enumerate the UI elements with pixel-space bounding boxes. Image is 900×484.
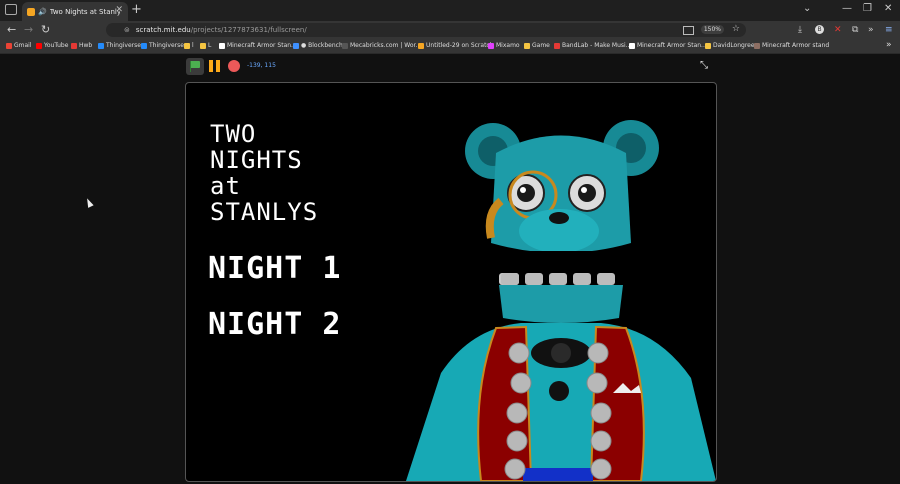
- bookmark-youtube[interactable]: YouTube: [36, 42, 68, 49]
- title-line-4: STANLYS: [210, 198, 319, 226]
- bookmark-thingiverse-2[interactable]: Thingiverse: [141, 42, 184, 49]
- mecabricks-icon: [342, 42, 348, 49]
- folder-icon: [524, 42, 530, 49]
- bookmark-label: Minecraft Armor Stan...: [227, 42, 297, 49]
- night-2-button[interactable]: NIGHT 2: [208, 307, 341, 342]
- bookmark-minecraft-2[interactable]: Minecraft Armor Stan...: [629, 42, 707, 49]
- youtube-icon: [36, 42, 42, 49]
- exit-fullscreen-icon[interactable]: ⤡: [698, 60, 710, 72]
- scratch-favicon-icon: [27, 7, 35, 16]
- bookmark-label: DavidLongree: [713, 42, 755, 49]
- extension-icon[interactable]: B: [815, 25, 824, 34]
- new-tab-button[interactable]: +: [131, 2, 142, 17]
- page-icon: [219, 42, 225, 49]
- title-line-1: TWO: [210, 120, 257, 148]
- bookmark-label: ● Blockbench: [301, 42, 343, 49]
- zoom-indicator[interactable]: 150%: [700, 25, 724, 34]
- mouse-coordinates: -139, 115: [247, 62, 276, 69]
- close-window-button[interactable]: ✕: [884, 3, 892, 14]
- armor-stand-icon: [754, 42, 760, 49]
- url-text[interactable]: scratch.mit.edu/projects/1277873631/full…: [136, 26, 307, 34]
- bookmarks-bar: Gmail YouTube Hwb Thingiverse Thingivers…: [0, 39, 900, 54]
- pause-button[interactable]: [209, 60, 220, 72]
- forward-arrow-icon[interactable]: →: [24, 23, 33, 36]
- download-icon[interactable]: ⤓: [798, 25, 802, 35]
- mixamo-icon: [488, 42, 494, 49]
- bookmark-label: Minecraft Armor stand: [762, 42, 830, 49]
- url-host: scratch.mit.edu: [135, 26, 191, 34]
- title-line-2: NIGHTS: [210, 146, 303, 174]
- speaker-icon[interactable]: 🔊: [38, 8, 47, 16]
- tab-close-icon[interactable]: ✕: [115, 5, 123, 15]
- bookmark-label: YouTube: [44, 42, 69, 49]
- address-bar[interactable]: ⊜ scratch.mit.edu/projects/1277873631/fu…: [106, 23, 746, 37]
- scratch-icon: [418, 42, 424, 49]
- bookmark-label: Mixamo: [496, 42, 520, 49]
- bookmark-label: BandLab - Make Musi...: [562, 42, 632, 49]
- bookmark-bandlab[interactable]: BandLab - Make Musi...: [554, 42, 631, 49]
- bookmark-label: Gmail: [14, 42, 32, 49]
- project-stage[interactable]: TWO NIGHTS at STANLYS NIGHT 1 NIGHT 2: [185, 82, 717, 482]
- site-info-icon[interactable]: ⊜: [124, 26, 130, 34]
- extensions-puzzle-icon[interactable]: ⧉: [852, 25, 858, 35]
- night-1-button[interactable]: NIGHT 1: [208, 251, 341, 286]
- bookmark-l1[interactable]: l: [184, 42, 194, 49]
- tab-active[interactable]: 🔊 Two Nights at Stanlys on Scratch ✕: [22, 2, 128, 21]
- bookmark-untitled-scratch[interactable]: Untitled-29 on Scratch: [418, 42, 494, 49]
- minimize-button[interactable]: —: [842, 3, 852, 14]
- bookmark-label: Game: [532, 42, 550, 49]
- bookmark-mecabricks[interactable]: Mecabricks.com | Wor...: [342, 42, 421, 49]
- bandlab-icon: [554, 42, 560, 49]
- tab-list-chevron-icon[interactable]: ⌄: [803, 3, 811, 14]
- reload-icon[interactable]: ↻: [41, 23, 50, 36]
- menu-icon[interactable]: ≡: [885, 25, 893, 35]
- tab-strip: 🔊 Two Nights at Stanlys on Scratch ✕ + ⌄…: [0, 0, 900, 21]
- bookmark-label: Thingiverse: [149, 42, 184, 49]
- url-path: /projects/1277873631/fullscreen/: [190, 26, 307, 34]
- bookmark-label: Hwb: [79, 42, 93, 49]
- tab-search-icon[interactable]: [5, 4, 17, 15]
- tab-title: Two Nights at Stanlys on Scratch: [49, 7, 120, 16]
- page-icon: [629, 42, 635, 49]
- thingiverse-icon: [98, 42, 104, 49]
- blocked-extension-icon[interactable]: ✕: [834, 25, 842, 35]
- animatronic-bear-image: [406, 120, 716, 481]
- more-bookmarks-icon[interactable]: »: [886, 40, 892, 50]
- green-flag-button[interactable]: [186, 58, 204, 75]
- bookmark-star-icon[interactable]: ☆: [732, 24, 740, 34]
- picture-in-picture-icon[interactable]: [683, 26, 694, 35]
- bookmark-mixamo[interactable]: Mixamo: [488, 42, 520, 49]
- bookmark-label: Untitled-29 on Scratch: [426, 42, 494, 49]
- bookmark-thingiverse-1[interactable]: Thingiverse: [98, 42, 141, 49]
- stop-button[interactable]: [228, 60, 240, 72]
- bookmark-gmail[interactable]: Gmail: [6, 42, 32, 49]
- gmail-icon: [6, 42, 12, 49]
- bookmark-label: Minecraft Armor Stan...: [637, 42, 707, 49]
- bookmark-label: Mecabricks.com | Wor...: [350, 42, 422, 49]
- browser-toolbar: ← → ↻ ⊜ scratch.mit.edu/projects/1277873…: [0, 21, 900, 39]
- folder-icon: [184, 42, 190, 49]
- bookmark-game[interactable]: Game: [524, 42, 550, 49]
- bookmark-hwb[interactable]: Hwb: [71, 42, 92, 49]
- back-arrow-icon[interactable]: ←: [7, 23, 16, 36]
- bookmark-label: L: [208, 42, 212, 49]
- folder-icon: [705, 42, 711, 49]
- bookmark-minecraft-3[interactable]: Minecraft Armor stand: [754, 42, 829, 49]
- restore-button[interactable]: ❐: [863, 3, 872, 14]
- bookmark-l2[interactable]: L: [200, 42, 211, 49]
- title-line-3: at: [210, 172, 241, 200]
- bookmark-label: Thingiverse: [106, 42, 141, 49]
- thingiverse-icon: [141, 42, 147, 49]
- bookmark-minecraft-1[interactable]: Minecraft Armor Stan...: [219, 42, 297, 49]
- bookmark-davidlongree[interactable]: DavidLongree: [705, 42, 755, 49]
- hwb-icon: [71, 42, 77, 49]
- more-extensions-icon[interactable]: »: [868, 25, 874, 35]
- blockbench-icon: [293, 42, 299, 49]
- bookmark-label: l: [192, 42, 194, 49]
- folder-icon: [200, 42, 206, 49]
- bookmark-blockbench[interactable]: ● Blockbench: [293, 42, 343, 49]
